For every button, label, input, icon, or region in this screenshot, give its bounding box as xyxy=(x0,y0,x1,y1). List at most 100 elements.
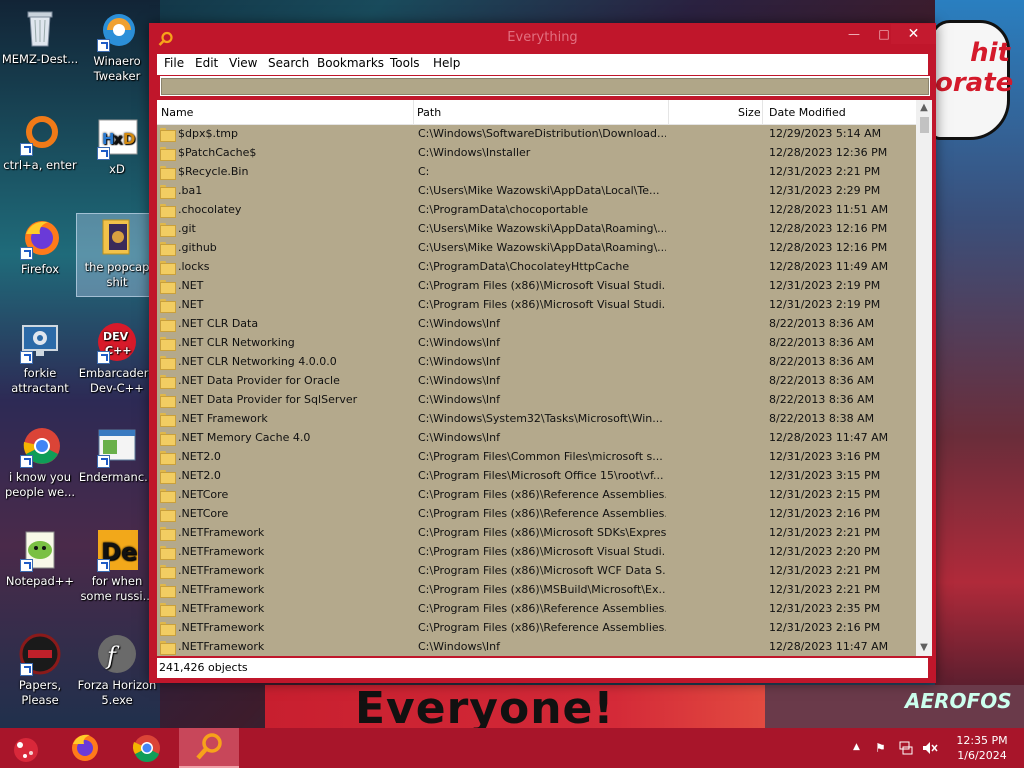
table-row[interactable]: .NET Memory Cache 4.0 C:\Windows\Inf 12/28… xyxy=(157,429,916,448)
folder-icon xyxy=(160,261,176,275)
desktop-icon-memz[interactable]: MEMZ-Dest... xyxy=(0,6,80,67)
volume-muted-icon[interactable] xyxy=(922,741,938,758)
desktop-icon-winaero[interactable]: Winaero Tweaker xyxy=(77,8,157,84)
window-titlebar[interactable]: Everything — □ ✕ xyxy=(149,23,936,54)
desktop-icon-chrome[interactable]: i know you people we... xyxy=(0,424,80,500)
wallpaper-banner: Everyone! xyxy=(265,685,765,728)
table-row[interactable]: $Recycle.Bin C: 12/31/2023 2:21 PM xyxy=(157,163,916,182)
table-row[interactable]: .NET CLR Networking C:\Windows\Inf 8/22/20… xyxy=(157,334,916,353)
scroll-up-icon[interactable]: ▲ xyxy=(916,100,932,116)
menu-file[interactable]: File xyxy=(164,56,184,70)
table-row[interactable]: .NETCore C:\Program Files (x86)\Reference… xyxy=(157,486,916,505)
cell-date-modified: 12/31/2023 2:16 PM xyxy=(769,621,881,634)
cell-date-modified: 12/29/2023 5:14 AM xyxy=(769,127,882,140)
desktop-icon-papers-please[interactable]: Papers, Please xyxy=(0,632,80,708)
desktop-icon-label: Endermanc... xyxy=(78,470,156,484)
cell-name: $PatchCache$ xyxy=(178,146,257,159)
cell-path: C:\Program Files (x86)\Microsoft SDKs\Ex… xyxy=(418,526,666,539)
table-row[interactable]: .github C:\Users\Mike Wazowski\AppData\Ro… xyxy=(157,239,916,258)
cell-path: C:\Program Files (x86)\Reference Assembl… xyxy=(418,488,666,501)
cell-date-modified: 8/22/2013 8:36 AM xyxy=(769,374,875,387)
table-row[interactable]: .NETCore C:\Program Files (x86)\Reference… xyxy=(157,505,916,524)
column-header-date[interactable]: Date Modified xyxy=(769,106,846,119)
cell-date-modified: 12/28/2023 11:51 AM xyxy=(769,203,889,216)
start-button[interactable] xyxy=(0,728,60,768)
menu-help[interactable]: Help xyxy=(433,56,460,70)
desktop-icon-forza[interactable]: f Forza Horizon 5.exe xyxy=(77,632,157,708)
table-row[interactable]: .NETFramework C:\Windows\Inf 12/28/2023 11… xyxy=(157,638,916,656)
cell-path: C:\ProgramData\ChocolateyHttpCache xyxy=(418,260,630,273)
table-row[interactable]: .NET2.0 C:\Program Files\Common Files\mic… xyxy=(157,448,916,467)
desktop-icon-label: Firefox xyxy=(20,262,60,276)
minimize-button[interactable]: — xyxy=(838,24,870,44)
desktop-icon-notepadpp[interactable]: Notepad++ xyxy=(0,528,80,589)
desktop-icon-popcap[interactable]: the popcap shit xyxy=(76,213,158,297)
table-row[interactable]: $dpx$.tmp C:\Windows\SoftwareDistribution… xyxy=(157,125,916,144)
recycle-bin-icon xyxy=(18,6,62,50)
table-row[interactable]: .NET Framework C:\Windows\System32\Tasks\… xyxy=(157,410,916,429)
cell-date-modified: 12/31/2023 3:16 PM xyxy=(769,450,881,463)
table-row[interactable]: .NETFramework C:\Program Files (x86)\Micr… xyxy=(157,524,916,543)
folder-icon xyxy=(160,356,176,370)
table-row[interactable]: .NET C:\Program Files (x86)\Microsoft Vis… xyxy=(157,277,916,296)
desktop-icon-de[interactable]: De for when some russi... xyxy=(77,528,157,604)
table-row[interactable]: .NETFramework C:\Program Files (x86)\MSBu… xyxy=(157,581,916,600)
table-row[interactable]: .NET CLR Networking 4.0.0.0 C:\Windows\In… xyxy=(157,353,916,372)
cell-path: C:\Program Files (x86)\MSBuild\Microsoft… xyxy=(418,583,666,596)
table-row[interactable]: .git C:\Users\Mike Wazowski\AppData\Roami… xyxy=(157,220,916,239)
folder-icon xyxy=(160,375,176,389)
desktop-icon-forkie[interactable]: forkie attractant xyxy=(0,320,80,396)
table-row[interactable]: .NETFramework C:\Program Files (x86)\Refe… xyxy=(157,600,916,619)
table-row[interactable]: .NETFramework C:\Program Files (x86)\Micr… xyxy=(157,562,916,581)
taskbar-everything[interactable] xyxy=(179,728,239,768)
vertical-scrollbar[interactable]: ▲ ▼ xyxy=(916,100,932,656)
cell-name: .NETFramework xyxy=(178,621,265,634)
column-header-path[interactable]: Path xyxy=(417,106,441,119)
search-input[interactable] xyxy=(161,78,929,95)
desktop-icon-label: Notepad++ xyxy=(5,574,75,588)
wallpaper-corner-text: AEROFOS xyxy=(905,689,1012,713)
show-hidden-icons-icon[interactable]: ▲ xyxy=(853,742,860,752)
cell-date-modified: 12/28/2023 11:47 AM xyxy=(769,431,889,444)
menu-search[interactable]: Search xyxy=(268,56,309,70)
firefox-icon xyxy=(55,734,115,768)
taskbar-firefox[interactable] xyxy=(55,728,115,768)
table-row[interactable]: .ba1 C:\Users\Mike Wazowski\AppData\Local… xyxy=(157,182,916,201)
desktop-icon-firefox[interactable]: Firefox xyxy=(0,216,80,277)
close-button[interactable]: ✕ xyxy=(891,24,936,44)
folder-icon xyxy=(160,185,176,199)
scroll-thumb[interactable] xyxy=(920,117,929,133)
scroll-down-icon[interactable]: ▼ xyxy=(916,640,932,656)
column-header-name[interactable]: Name xyxy=(161,106,193,119)
action-center-flag-icon[interactable]: ⚑ xyxy=(875,741,886,755)
desktop-icon-devcpp[interactable]: DEV C++ Embarcadero Dev-C++ xyxy=(77,320,157,396)
results-list[interactable]: Name Path Size Date Modified $dpx$.tmp C:… xyxy=(157,100,932,656)
menu-view[interactable]: View xyxy=(229,56,257,70)
table-row[interactable]: $PatchCache$ C:\Windows\Installer 12/28/20… xyxy=(157,144,916,163)
table-row[interactable]: .NET2.0 C:\Program Files\Microsoft Office… xyxy=(157,467,916,486)
table-row[interactable]: .NET C:\Program Files (x86)\Microsoft Vis… xyxy=(157,296,916,315)
table-row[interactable]: .NET Data Provider for SqlServer C:\Windo… xyxy=(157,391,916,410)
table-row[interactable]: .NETFramework C:\Program Files (x86)\Micr… xyxy=(157,543,916,562)
table-row[interactable]: .chocolatey C:\ProgramData\chocoportable 1… xyxy=(157,201,916,220)
cell-name: .ba1 xyxy=(178,184,203,197)
table-row[interactable]: .NET CLR Data C:\Windows\Inf 8/22/2013 8:3… xyxy=(157,315,916,334)
desktop-icon-ctrl-a[interactable]: ctrl+a, enter xyxy=(0,112,80,173)
cell-path: C:\Users\Mike Wazowski\AppData\Roaming\.… xyxy=(418,222,666,235)
table-row[interactable]: .locks C:\ProgramData\ChocolateyHttpCache… xyxy=(157,258,916,277)
column-header-size[interactable]: Size xyxy=(738,106,761,119)
table-row[interactable]: .NETFramework C:\Program Files (x86)\Refe… xyxy=(157,619,916,638)
menu-bookmarks[interactable]: Bookmarks xyxy=(317,56,384,70)
desktop-icon-xd[interactable]: HxD xD xyxy=(77,116,157,177)
table-row[interactable]: .NET Data Provider for Oracle C:\Windows\… xyxy=(157,372,916,391)
folder-icon xyxy=(160,413,176,427)
desktop-icon-endermanch[interactable]: Endermanc... xyxy=(77,424,157,485)
cell-date-modified: 8/22/2013 8:38 AM xyxy=(769,412,875,425)
cell-path: C:\Windows\SoftwareDistribution\Download… xyxy=(418,127,666,140)
taskbar-clock[interactable]: 12:35 PM 1/6/2024 xyxy=(950,733,1014,763)
menu-edit[interactable]: Edit xyxy=(195,56,218,70)
menu-tools[interactable]: Tools xyxy=(390,56,420,70)
network-icon[interactable] xyxy=(899,741,913,758)
cell-name: .NET CLR Networking xyxy=(178,336,295,349)
taskbar-chrome[interactable] xyxy=(117,728,177,768)
